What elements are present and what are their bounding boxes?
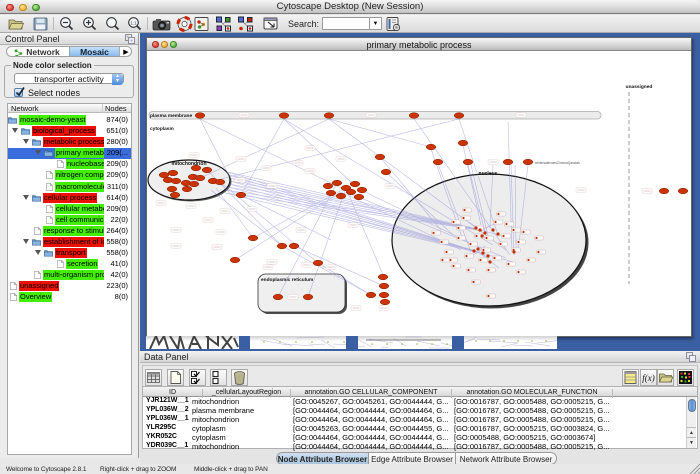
svg-text:1:1: 1:1 (130, 21, 137, 26)
svg-text:mitochondrion: mitochondrion (172, 161, 207, 167)
svg-text:f(x): f(x) (642, 373, 655, 383)
svg-text:unassigned: unassigned (626, 84, 653, 90)
svg-text:plasma membrane: plasma membrane (150, 113, 192, 119)
svg-text:cytoplasm: cytoplasm (150, 126, 174, 132)
svg-text:wintersaliencesCinemaQaracak: wintersaliencesCinemaQaracak (535, 161, 580, 165)
svg-text:nucleus: nucleus (479, 171, 498, 177)
svg-text:endoplasmic reticulum: endoplasmic reticulum (261, 277, 313, 283)
